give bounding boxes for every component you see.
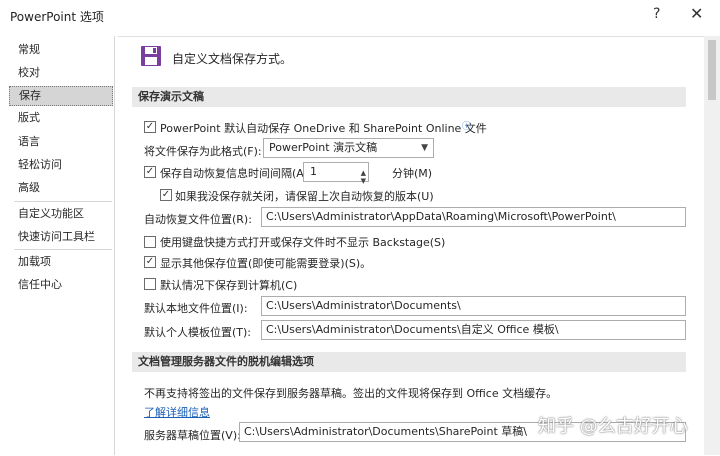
help-button[interactable]: ?: [653, 6, 660, 22]
local-path-input[interactable]: C:\Users\Administrator\Documents\: [261, 296, 686, 316]
show-locations-label: 显示其他保存位置(即使可能需要登录)(S)。: [160, 257, 372, 270]
autosave-label: PowerPoint 默认自动保存 OneDrive 和 SharePoint …: [160, 122, 487, 135]
format-select[interactable]: PowerPoint 演示文稿 ▼: [263, 138, 434, 158]
sidebar: 常规 校对 保存 版式 语言 轻松访问 高级 自定义功能区 快速访问工具栏 加载…: [8, 36, 115, 455]
section-header-offline: 文档管理服务器文件的脱机编辑选项: [132, 352, 686, 372]
title-bar: PowerPoint 选项 ? ✕: [0, 0, 720, 31]
save-to-pc-checkbox[interactable]: [144, 278, 156, 290]
learn-more-link[interactable]: 了解详细信息: [144, 404, 210, 420]
watermark: 知乎 @么古好开心: [538, 416, 688, 437]
local-path-label: 默认本地文件位置(I):: [144, 302, 248, 315]
autosave-checkbox[interactable]: ✓: [144, 121, 156, 133]
sidebar-divider: [14, 201, 112, 202]
close-button[interactable]: ✕: [690, 4, 703, 23]
sidebar-item-advanced[interactable]: 高级: [9, 178, 113, 198]
sidebar-item-layout[interactable]: 版式: [9, 108, 113, 128]
autorecover-path-label: 自动恢复文件位置(R):: [144, 213, 252, 226]
autorecover-unit: 分钟(M): [392, 167, 433, 180]
template-path-input[interactable]: C:\Users\Administrator\Documents\自定义 Off…: [261, 320, 686, 340]
sidebar-item-quick-access[interactable]: 快速访问工具栏: [9, 227, 113, 247]
info-icon[interactable]: ⓘ: [462, 119, 471, 132]
page-header: 自定义文档保存方式。: [172, 52, 293, 66]
sidebar-item-save[interactable]: 保存: [9, 86, 113, 106]
keep-last-version-checkbox[interactable]: ✓: [160, 189, 172, 201]
save-icon: [140, 45, 162, 67]
autorecover-interval-spinner[interactable]: 1 ▲ ▼: [303, 162, 369, 185]
scrollbar-thumb[interactable]: [708, 40, 716, 100]
sidebar-divider: [14, 249, 112, 250]
section-header-save: 保存演示文稿: [132, 87, 686, 107]
template-path-label: 默认个人模板位置(T):: [144, 326, 252, 339]
show-locations-checkbox[interactable]: ✓: [144, 256, 156, 268]
autorecover-label: 保存自动恢复信息时间间隔(A): [160, 167, 309, 180]
keep-last-version-label: 如果我没保存就关闭，请保留上次自动恢复的版本(U): [175, 190, 434, 203]
sidebar-item-language[interactable]: 语言: [9, 132, 113, 152]
sidebar-item-addins[interactable]: 加载项: [9, 252, 113, 272]
autorecover-checkbox[interactable]: ✓: [144, 166, 156, 178]
format-label: 将文件保存为此格式(F):: [144, 145, 262, 158]
drafts-path-label: 服务器草稿位置(V):: [144, 429, 241, 442]
no-backstage-checkbox[interactable]: [144, 236, 156, 248]
chevron-down-icon: ▼: [421, 143, 428, 153]
sidebar-item-customize-ribbon[interactable]: 自定义功能区: [9, 204, 113, 224]
sidebar-item-accessibility[interactable]: 轻松访问: [9, 155, 113, 175]
format-value: PowerPoint 演示文稿: [269, 141, 378, 154]
vertical-scrollbar[interactable]: [704, 36, 720, 455]
window-title: PowerPoint 选项: [10, 10, 104, 24]
autorecover-path-input[interactable]: C:\Users\Administrator\AppData\Roaming\M…: [261, 207, 686, 227]
autorecover-interval-value: 1: [310, 165, 317, 178]
sidebar-item-trust-center[interactable]: 信任中心: [9, 275, 113, 295]
no-backstage-label: 使用键盘快捷方式打开或保存文件时不显示 Backstage(S): [160, 236, 446, 249]
offline-description: 不再支持将签出的文件保存到服务器草稿。签出的文件现将保存到 Office 文档缓…: [144, 387, 558, 400]
save-to-pc-label: 默认情况下保存到计算机(C): [160, 279, 298, 292]
sidebar-item-proofing[interactable]: 校对: [9, 63, 113, 83]
sidebar-item-general[interactable]: 常规: [9, 40, 113, 60]
